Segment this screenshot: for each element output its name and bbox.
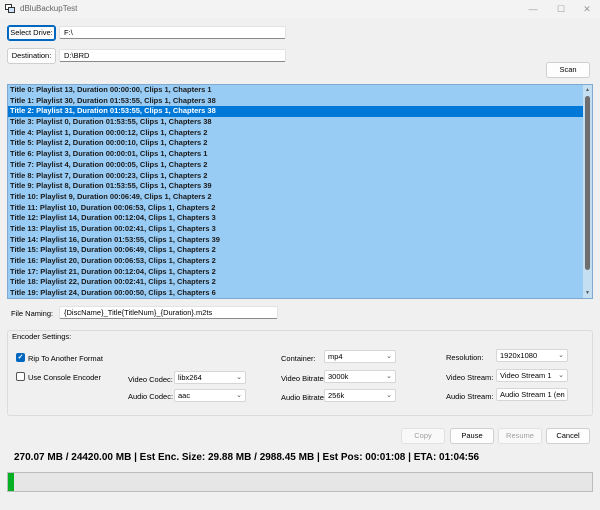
list-item[interactable]: Title 10: Playlist 9, Duration 00:06:49,… (8, 192, 584, 203)
cancel-button[interactable]: Cancel (546, 428, 590, 444)
video-stream-label: Video Stream: (446, 373, 494, 382)
chevron-down-icon: ⌄ (236, 392, 242, 399)
container-select[interactable]: mp4 ⌄ (324, 350, 396, 363)
list-item[interactable]: Title 7: Playlist 4, Duration 00:00:05, … (8, 160, 584, 171)
list-item[interactable]: Title 6: Playlist 3, Duration 00:00:01, … (8, 149, 584, 160)
list-item[interactable]: Title 13: Playlist 15, Duration 00:02:41… (8, 224, 584, 235)
list-item[interactable]: Title 0: Playlist 13, Duration 00:00:00,… (8, 85, 584, 96)
audio-bitrate-label: Audio Bitrate: (281, 393, 327, 402)
list-item[interactable]: Title 4: Playlist 1, Duration 00:00:12, … (8, 128, 584, 139)
list-item[interactable]: Title 2: Playlist 31, Duration 01:53:55,… (8, 106, 584, 118)
resolution-select[interactable]: 1920x1080 ⌄ (496, 349, 568, 362)
audio-stream-select[interactable]: Audio Stream 1 (en ⌄ (496, 388, 568, 401)
app-icon (5, 4, 15, 13)
console-encoder-label: Use Console Encoder (28, 373, 101, 382)
audio-stream-label: Audio Stream: (446, 392, 494, 401)
list-item[interactable]: Title 14: Playlist 16, Duration 01:53:55… (8, 235, 584, 246)
resolution-label: Resolution: (446, 353, 484, 362)
video-codec-label: Video Codec: (128, 375, 173, 384)
container-label: Container: (281, 354, 316, 363)
audio-bitrate-select[interactable]: 256k ⌄ (324, 389, 396, 402)
select-drive-button[interactable]: Select Drive: (7, 25, 56, 41)
close-button[interactable]: ✕ (576, 2, 598, 16)
titles-list[interactable]: Title 0: Playlist 13, Duration 00:00:00,… (7, 84, 593, 299)
list-item[interactable]: Title 1: Playlist 30, Duration 01:53:55,… (8, 96, 584, 107)
console-encoder-checkbox[interactable] (16, 372, 25, 381)
file-naming-field[interactable]: {DiscName}_Title{TitleNum}_{Duration}.m2… (59, 306, 278, 319)
chevron-down-icon: ⌄ (386, 392, 392, 399)
video-stream-select[interactable]: Video Stream 1 ⌄ (496, 369, 568, 382)
list-item[interactable]: Title 11: Playlist 10, Duration 00:06:53… (8, 203, 584, 214)
scan-button[interactable]: Scan (546, 62, 590, 78)
file-naming-label: File Naming: (11, 309, 54, 318)
list-item[interactable]: Title 8: Playlist 7, Duration 00:00:23, … (8, 171, 584, 182)
audio-codec-select[interactable]: aac ⌄ (174, 389, 246, 402)
destination-button[interactable]: Destination: (7, 48, 56, 64)
list-item[interactable]: Title 12: Playlist 14, Duration 00:12:04… (8, 213, 584, 224)
list-item[interactable]: Title 17: Playlist 21, Duration 00:12:04… (8, 267, 584, 278)
maximize-button[interactable]: ☐ (550, 2, 572, 16)
title-bar: dBluBackupTest — ☐ ✕ (0, 0, 600, 18)
video-codec-select[interactable]: libx264 ⌄ (174, 371, 246, 384)
progress-fill (8, 473, 15, 491)
list-item[interactable]: Title 19: Playlist 24, Duration 00:00:50… (8, 288, 584, 298)
video-bitrate-label: Video Bitrate: (281, 374, 326, 383)
chevron-down-icon: ⌄ (558, 391, 564, 398)
copy-button[interactable]: Copy (401, 428, 445, 444)
list-item[interactable]: Title 18: Playlist 22, Duration 00:02:41… (8, 277, 584, 288)
rip-format-label: Rip To Another Format (28, 354, 103, 363)
scroll-up-icon[interactable]: ▲ (583, 86, 592, 94)
chevron-down-icon: ⌄ (386, 373, 392, 380)
pause-button[interactable]: Pause (450, 428, 494, 444)
list-item[interactable]: Title 16: Playlist 20, Duration 00:06:53… (8, 256, 584, 267)
minimize-button[interactable]: — (522, 2, 544, 16)
window-title: dBluBackupTest (20, 4, 78, 13)
resume-button[interactable]: Resume (498, 428, 542, 444)
scroll-down-icon[interactable]: ▼ (583, 289, 592, 297)
chevron-down-icon: ⌄ (386, 353, 392, 360)
drive-field[interactable]: F:\ (59, 26, 286, 39)
encoder-settings-title: Encoder Settings: (11, 332, 73, 341)
video-bitrate-select[interactable]: 3000k ⌄ (324, 370, 396, 383)
rip-format-checkbox[interactable]: ✓ (16, 353, 25, 362)
scrollbar-thumb[interactable] (585, 96, 590, 270)
audio-codec-label: Audio Codec: (128, 392, 174, 401)
destination-field[interactable]: D:\BRD (59, 49, 286, 62)
list-scrollbar[interactable]: ▲ ▼ (583, 85, 592, 298)
progress-bar (7, 472, 593, 492)
chevron-down-icon: ⌄ (236, 374, 242, 381)
chevron-down-icon: ⌄ (558, 372, 564, 379)
list-item[interactable]: Title 3: Playlist 0, Duration 01:53:55, … (8, 117, 584, 128)
list-item[interactable]: Title 15: Playlist 19, Duration 00:06:49… (8, 245, 584, 256)
list-item[interactable]: Title 5: Playlist 2, Duration 00:00:10, … (8, 138, 584, 149)
status-text: 270.07 MB / 24420.00 MB | Est Enc. Size:… (14, 452, 480, 463)
chevron-down-icon: ⌄ (558, 352, 564, 359)
list-item[interactable]: Title 9: Playlist 8, Duration 01:53:55, … (8, 181, 584, 192)
